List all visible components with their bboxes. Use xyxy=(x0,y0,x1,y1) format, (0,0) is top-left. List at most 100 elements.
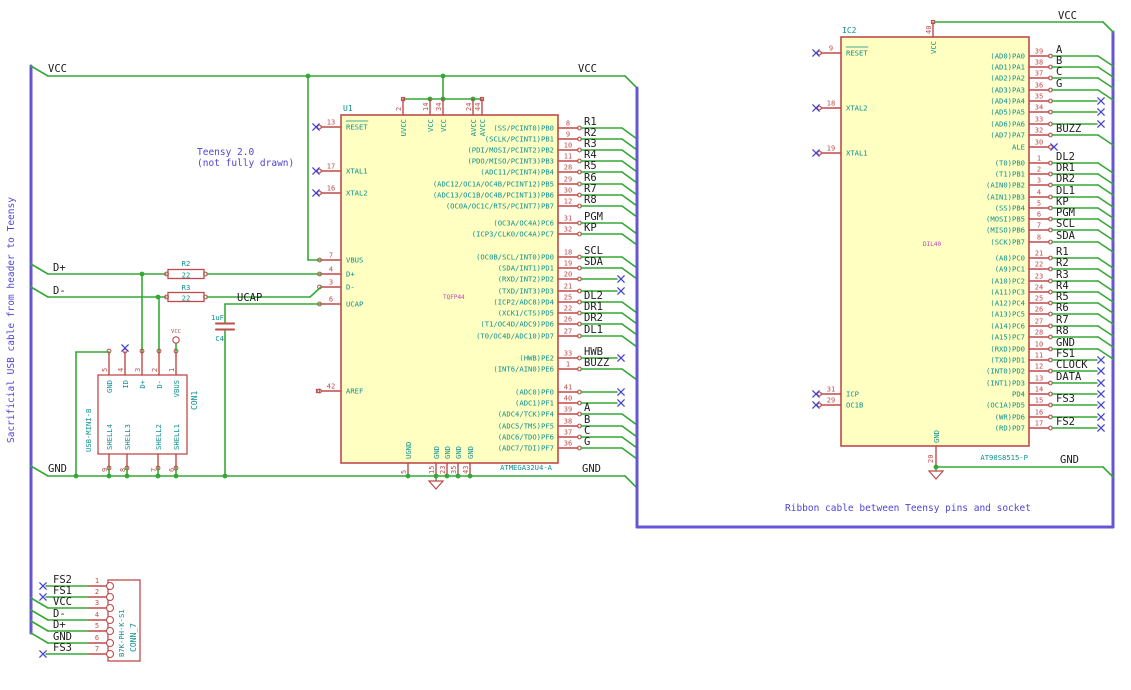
net-label: R8 xyxy=(584,194,597,206)
pin-number: 17 xyxy=(327,163,335,171)
pin-number: 16 xyxy=(1035,409,1043,417)
wire xyxy=(1097,218,1114,230)
pin-number: 9 xyxy=(829,45,833,53)
pin-name: XTAL2 xyxy=(346,189,368,198)
pin-number: 6 xyxy=(95,634,99,642)
wire xyxy=(30,263,49,275)
pin-name: (RXD/INT2)PD2 xyxy=(498,275,554,284)
pin-name: (T1/OC4D/ADC9)PD6 xyxy=(480,320,554,329)
schematic-canvas: VCC VCCGND GNDU1ATMEGA32U4-ATQFP44(SS/PCIN… xyxy=(29,10,1115,662)
pin-name: (ADC1)PF1 xyxy=(515,399,554,408)
wire xyxy=(621,256,638,269)
pin-number: 31 xyxy=(827,386,835,394)
pin-name: (ADC6/TDO)PF6 xyxy=(498,433,554,442)
component-ref: R3 xyxy=(182,283,191,292)
pin-name: (ADC13/OC1B/OC4B/PCINT13)PB6 xyxy=(433,191,554,200)
pin-number: 7 xyxy=(1037,222,1041,230)
pin-number: 3 xyxy=(1037,177,1041,185)
component-value: 22 xyxy=(182,294,191,303)
wire xyxy=(30,65,49,77)
pin-number: 30 xyxy=(564,187,572,195)
net-label-gnd: GND xyxy=(582,463,601,475)
pin-number: 21 xyxy=(1035,250,1043,258)
pin-name: RESET xyxy=(346,123,368,132)
ribbon-cable-note: Ribbon cable between Teensy pins and soc… xyxy=(785,503,1031,514)
pin-number: 2 xyxy=(95,588,99,596)
pin-name: (A9)PC1 xyxy=(995,265,1025,274)
pin-name: RESET xyxy=(846,49,868,58)
wire xyxy=(621,233,638,246)
net-label: SDA xyxy=(584,256,604,268)
net-label: FS3 xyxy=(53,642,72,654)
pin-name: (ICP3/CLK0/OC4A)PC7 xyxy=(472,230,554,239)
net-label: R8 xyxy=(1056,325,1069,337)
pin-name: (MISO)PB6 xyxy=(986,226,1025,235)
vcc-symbol-icon xyxy=(172,336,180,344)
pin-number: 4 xyxy=(95,611,99,619)
pin-name: SHELL2 xyxy=(154,424,163,450)
pin-name: (T0)PB0 xyxy=(995,159,1025,168)
pin-number: 21 xyxy=(564,283,572,291)
pin-number: 4 xyxy=(329,266,333,274)
pin-name: (TXD)PD1 xyxy=(990,356,1025,365)
pin-number: 2 xyxy=(1037,166,1041,174)
pin-number: 24 xyxy=(1035,284,1043,292)
pin-number: 13 xyxy=(1035,375,1043,383)
net-label: R6 xyxy=(1056,302,1069,314)
pin-name: (AD3)PA3 xyxy=(990,86,1025,95)
pin-number: 43 xyxy=(462,466,470,474)
net-label: FS2 xyxy=(1056,416,1075,428)
pin-name: (T0/OC4D/ADC10)PD7 xyxy=(476,332,554,341)
vcc-symbol-label: VCC xyxy=(171,329,181,335)
pin-number: 1 xyxy=(95,577,99,585)
pin-number: 7 xyxy=(150,468,158,472)
pin-number: 16 xyxy=(327,185,335,193)
wire xyxy=(621,335,638,348)
junction-dot xyxy=(173,473,179,479)
wire xyxy=(30,286,49,298)
pin-name: D+ xyxy=(138,379,147,388)
junction-dot xyxy=(305,73,311,79)
component-ref: R2 xyxy=(182,259,191,268)
pin-number: 40 xyxy=(925,26,933,34)
wire xyxy=(621,205,638,218)
pin-name: ALE xyxy=(1012,143,1025,152)
pin-name: D+ xyxy=(346,270,355,279)
wire xyxy=(1097,207,1114,219)
gnd-symbol-icon xyxy=(927,470,945,480)
pin-number: 37 xyxy=(564,429,572,437)
wire xyxy=(1097,229,1114,241)
wire xyxy=(1097,196,1114,208)
pin-name: GND xyxy=(454,446,463,459)
pin-name: (ICP2/ADC8)PD4 xyxy=(493,298,554,307)
pin-number: 33 xyxy=(564,350,572,358)
teensy-note-line1: Teensy 2.0 xyxy=(197,147,255,158)
wire xyxy=(1097,77,1114,89)
pin-number: 22 xyxy=(564,305,572,313)
net-label: R2 xyxy=(1056,257,1069,269)
pin-name: (ADC12/OC1A/OC4B/PCINT12)PB5 xyxy=(433,180,554,189)
wire xyxy=(1097,291,1114,303)
pin-name: UGND xyxy=(404,442,413,459)
pin-name: GND xyxy=(466,446,475,459)
pin-number: 38 xyxy=(564,418,572,426)
component-value: USB-MINI-B xyxy=(84,409,93,452)
component-value: ATMEGA32U4-A xyxy=(500,463,553,472)
pin-socket xyxy=(105,581,115,591)
pin-name: PD4 xyxy=(1012,390,1025,399)
component-value: 22 xyxy=(182,271,191,280)
pin-name: (OC1A)PD5 xyxy=(986,401,1025,410)
pin-number: 12 xyxy=(564,198,572,206)
pin-name: (HWB)PE2 xyxy=(519,354,554,363)
wire xyxy=(621,267,638,280)
pin-number: 20 xyxy=(564,271,572,279)
wire xyxy=(621,171,638,184)
net-label-dminus: D- xyxy=(53,285,66,297)
wire xyxy=(621,138,638,151)
wire xyxy=(621,368,638,381)
pin-number: 29 xyxy=(827,397,835,405)
pin-name: (INT6/AIN0)PE6 xyxy=(493,365,554,374)
component-ref: IC2 xyxy=(842,26,857,35)
net-label: BUZZ xyxy=(1056,123,1081,135)
pin-name: (RXD)PD0 xyxy=(990,345,1025,354)
